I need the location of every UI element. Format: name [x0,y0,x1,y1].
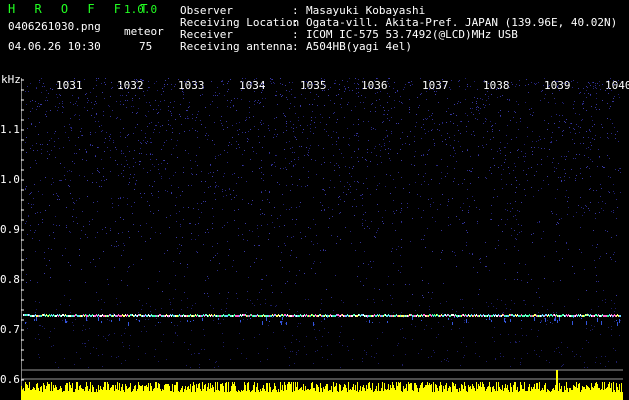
spectrogram [21,78,623,400]
app-version: 1.0.0 [124,3,158,16]
y-tick-label: 0.7 [0,323,20,336]
y-tick-label: 0.6 [0,373,20,386]
carrier-signal [23,314,621,326]
meteor-count: 75 [139,40,153,53]
file-name: 0406261030.png [8,20,101,33]
antenna-sep: : [292,40,299,53]
y-tick-label: 0.8 [0,273,20,286]
noise-field [25,78,621,368]
y-unit-label: kHz [1,73,21,86]
antenna-label: Receiving antenna [180,40,293,53]
activity-histogram [21,370,623,400]
y-tick-label: 0.9 [0,223,20,236]
file-datetime: 04.06.26 10:30 [8,40,101,53]
y-tick-label: 1.1 [0,123,20,136]
meteor-label: meteor [124,25,164,38]
antenna-value: A504HB(yagi 4el) [306,40,412,53]
y-tick-label: 1.0 [0,173,20,186]
